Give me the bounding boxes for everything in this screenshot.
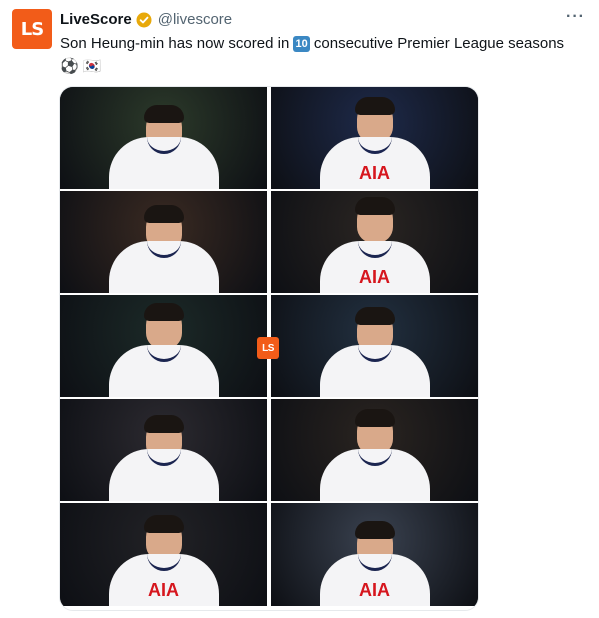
emoji-row: ⚽ 🇰🇷 — [60, 58, 102, 75]
shirt-collar — [146, 449, 181, 466]
tweet-text-part-2: consecutive Premier League seasons — [309, 35, 565, 52]
display-name[interactable]: LiveScore — [60, 10, 132, 30]
player-hair — [143, 105, 184, 123]
player-shirt: AIA — [319, 137, 430, 189]
player-hair — [354, 409, 395, 427]
more-options-icon[interactable]: ··· — [566, 8, 585, 26]
photo-tile-5[interactable] — [60, 295, 267, 397]
player-hair — [354, 197, 395, 215]
player-shirt — [108, 241, 219, 293]
shirt-sponsor: AIA — [359, 267, 390, 287]
player-hair — [354, 307, 395, 325]
shirt-collar — [357, 345, 392, 362]
photo-tile-2[interactable]: AIA — [271, 87, 478, 189]
shirt-collar — [357, 554, 392, 571]
livescore-watermark-logo: LS — [257, 337, 279, 359]
photo-tile-3[interactable] — [60, 191, 267, 293]
photo-tile-9[interactable]: AIA — [60, 503, 267, 606]
photo-tile-10[interactable]: AIA — [271, 503, 478, 606]
handle[interactable]: @livescore — [158, 10, 232, 30]
avatar[interactable]: LS — [12, 9, 52, 49]
shirt-collar — [146, 241, 181, 258]
player-head — [143, 303, 184, 349]
shirt-collar — [146, 345, 181, 362]
shirt-collar — [357, 449, 392, 466]
player-hair — [143, 303, 184, 321]
shirt-collar — [146, 554, 181, 571]
player-shirt: AIA — [319, 241, 430, 293]
player-shirt — [108, 345, 219, 397]
keycap-ten-emoji: 10 — [293, 36, 310, 52]
player-shirt: AIA — [108, 554, 219, 606]
player-shirt: AIA — [319, 554, 430, 606]
shirt-sponsor: AIA — [359, 580, 390, 600]
tweet-header: LiveScore @livescore — [60, 10, 232, 30]
player-hair — [143, 515, 184, 533]
shirt-collar — [357, 241, 392, 258]
photo-tile-1[interactable] — [60, 87, 267, 189]
player-hair — [354, 97, 395, 115]
shirt-collar — [357, 137, 392, 154]
player-head — [354, 197, 395, 243]
player-shirt — [319, 449, 430, 501]
photo-tile-7[interactable] — [60, 399, 267, 501]
photo-tile-8[interactable] — [271, 399, 478, 501]
shirt-sponsor: AIA — [359, 163, 390, 183]
tweet-text-part-1: Son Heung-min has now scored in — [60, 35, 294, 52]
player-hair — [143, 205, 184, 223]
player-hair — [354, 521, 395, 539]
photo-tile-6[interactable] — [271, 295, 478, 397]
shirt-collar — [146, 137, 181, 154]
player-hair — [143, 415, 184, 433]
shirt-sponsor: AIA — [148, 580, 179, 600]
photo-tile-4[interactable]: AIA — [271, 191, 478, 293]
player-shirt — [108, 137, 219, 189]
tweet-text: Son Heung-min has now scored in 10 conse… — [60, 33, 590, 77]
verified-badge-icon — [136, 12, 152, 28]
media-grid[interactable]: AIA AIA AIA AIA LS — [59, 86, 479, 611]
player-shirt — [319, 345, 430, 397]
player-shirt — [108, 449, 219, 501]
